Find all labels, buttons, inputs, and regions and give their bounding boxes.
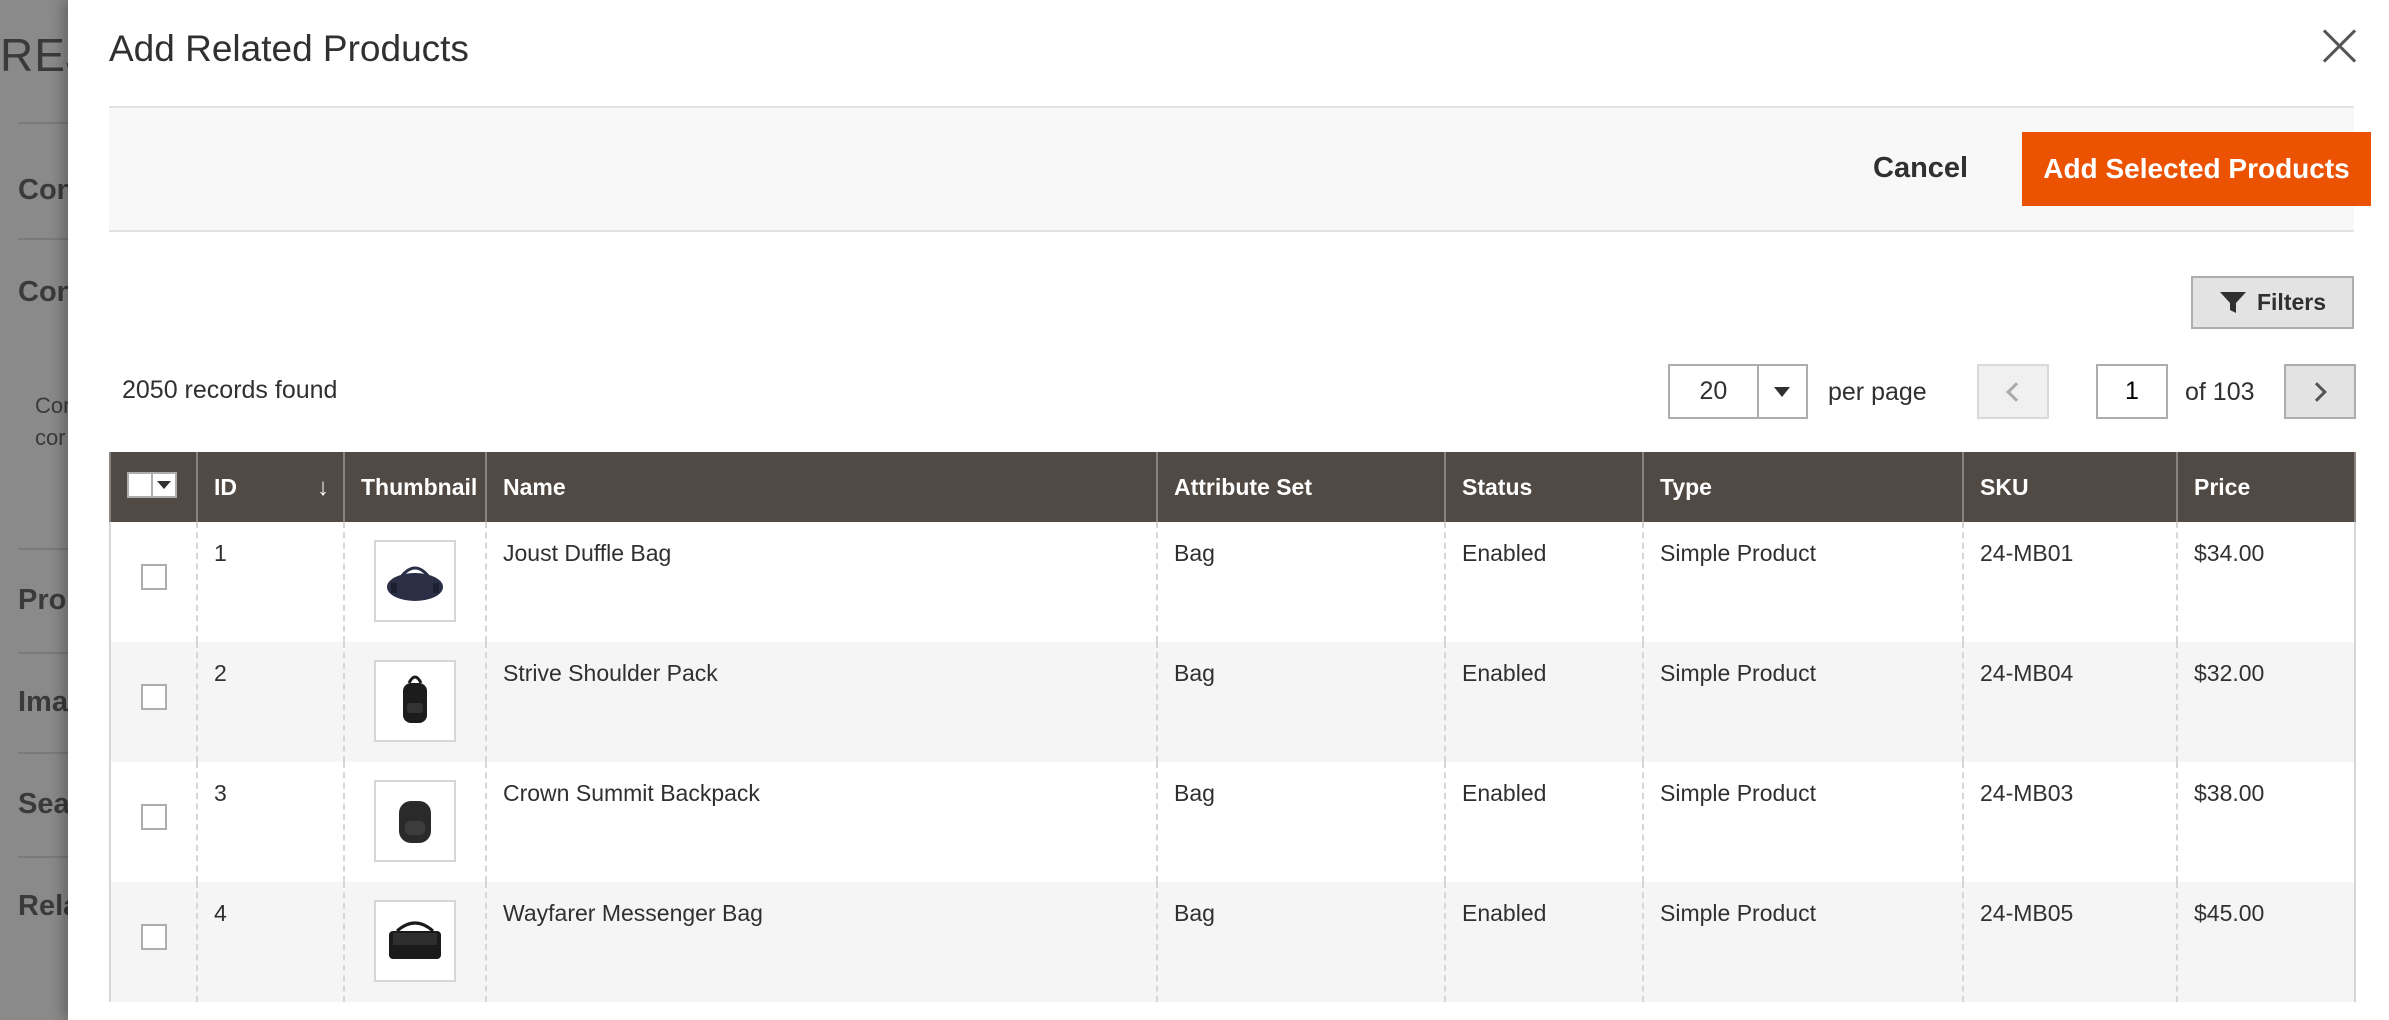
column-header-name[interactable]: Name [485, 452, 1158, 522]
column-header-sku[interactable]: SKU [1962, 452, 2178, 522]
thumbnail-cell [343, 642, 487, 762]
row-checkbox[interactable] [140, 564, 167, 590]
row-checkbox[interactable] [140, 804, 167, 830]
id-cell: 4 [196, 882, 345, 1002]
table-row[interactable]: 1 Joust Duffle Bag Bag Enabled Simple Pr… [109, 522, 2356, 642]
messenger-bag-icon[interactable] [374, 900, 456, 982]
column-header-price[interactable]: Price [2176, 452, 2356, 522]
status-cell: Enabled [1444, 642, 1644, 762]
products-grid: ID ↓ Thumbnail Name Attribute Set Status… [109, 452, 2356, 1002]
table-row[interactable]: 3 Crown Summit Backpack Bag Enabled Simp… [109, 762, 2356, 882]
shoulder-pack-icon[interactable] [374, 660, 456, 742]
type-cell: Simple Product [1642, 642, 1964, 762]
column-header-id[interactable]: ID ↓ [196, 452, 345, 522]
background-subtext: Cor [35, 393, 71, 418]
sku-cell: 24-MB05 [1962, 882, 2178, 1002]
cancel-button[interactable]: Cancel [1873, 152, 1968, 185]
add-selected-products-button[interactable]: Add Selected Products [2022, 132, 2371, 206]
background-section: Sea [18, 788, 70, 820]
price-cell: $45.00 [2176, 882, 2356, 1002]
grid-header-row: ID ↓ Thumbnail Name Attribute Set Status… [109, 452, 2356, 522]
price-cell: $34.00 [2176, 522, 2356, 642]
name-cell: Joust Duffle Bag [485, 522, 1158, 642]
sku-cell: 24-MB04 [1962, 642, 2178, 762]
filter-icon [2219, 291, 2246, 313]
per-page-select[interactable]: 20 [1668, 364, 1808, 419]
row-select-cell [109, 642, 198, 762]
type-cell: Simple Product [1642, 522, 1964, 642]
current-page-input[interactable] [2096, 364, 2168, 419]
next-page-button[interactable] [2284, 364, 2356, 419]
background-section: Con [18, 174, 75, 206]
mass-select-dropdown[interactable] [127, 472, 177, 498]
close-icon[interactable] [2316, 22, 2364, 70]
modal-title: Add Related Products [109, 28, 469, 69]
id-cell: 1 [196, 522, 345, 642]
per-page-label: per page [1828, 378, 1927, 406]
total-pages: of 103 [2185, 378, 2255, 406]
background-section: Pro [18, 584, 67, 616]
price-cell: $38.00 [2176, 762, 2356, 882]
mass-select-header [109, 452, 198, 522]
chevron-left-icon [2006, 381, 2026, 402]
background-section: Con [18, 276, 75, 308]
chevron-down-icon [157, 481, 171, 489]
column-header-label: ID [214, 473, 237, 500]
filters-button[interactable]: Filters [2191, 276, 2354, 329]
background-subtext: cor [35, 425, 66, 450]
column-header-attribute-set[interactable]: Attribute Set [1156, 452, 1446, 522]
backpack-icon[interactable] [374, 780, 456, 862]
per-page-dropdown-toggle[interactable] [1756, 366, 1806, 417]
column-header-type[interactable]: Type [1642, 452, 1964, 522]
attribute-set-cell: Bag [1156, 882, 1446, 1002]
column-header-thumbnail: Thumbnail [343, 452, 487, 522]
type-cell: Simple Product [1642, 762, 1964, 882]
row-select-cell [109, 522, 198, 642]
type-cell: Simple Product [1642, 882, 1964, 1002]
sku-cell: 24-MB03 [1962, 762, 2178, 882]
table-row[interactable]: 4 Wayfarer Messenger Bag Bag Enabled Sim… [109, 882, 2356, 1002]
thumbnail-cell [343, 762, 487, 882]
status-cell: Enabled [1444, 522, 1644, 642]
row-checkbox[interactable] [140, 684, 167, 710]
thumbnail-cell [343, 882, 487, 1002]
id-cell: 2 [196, 642, 345, 762]
name-cell: Wayfarer Messenger Bag [485, 882, 1158, 1002]
sort-arrow-icon: ↓ [317, 474, 329, 501]
chevron-right-icon [2307, 381, 2327, 402]
previous-page-button[interactable] [1977, 364, 2049, 419]
price-cell: $32.00 [2176, 642, 2356, 762]
id-cell: 3 [196, 762, 345, 882]
thumbnail-cell [343, 522, 487, 642]
duffle-bag-icon[interactable] [374, 540, 456, 622]
background-section: Ima [18, 686, 68, 718]
sku-cell: 24-MB01 [1962, 522, 2178, 642]
row-checkbox[interactable] [140, 924, 167, 950]
status-cell: Enabled [1444, 762, 1644, 882]
table-row[interactable]: 2 Strive Shoulder Pack Bag Enabled Simpl… [109, 642, 2356, 762]
attribute-set-cell: Bag [1156, 762, 1446, 882]
per-page-value: 20 [1699, 377, 1728, 405]
attribute-set-cell: Bag [1156, 642, 1446, 762]
name-cell: Crown Summit Backpack [485, 762, 1158, 882]
chevron-down-icon [1774, 386, 1791, 397]
records-found: 2050 records found [122, 376, 338, 404]
row-select-cell [109, 762, 198, 882]
select-all-checkbox[interactable] [129, 474, 153, 496]
column-header-status[interactable]: Status [1444, 452, 1644, 522]
row-select-cell [109, 882, 198, 1002]
modal-actions-bar: Cancel Add Selected Products [109, 106, 2371, 232]
name-cell: Strive Shoulder Pack [485, 642, 1158, 762]
attribute-set-cell: Bag [1156, 522, 1446, 642]
filters-label: Filters [2256, 289, 2327, 315]
status-cell: Enabled [1444, 882, 1644, 1002]
add-related-products-modal: Add Related Products Cancel Add Selected… [68, 0, 2389, 1020]
